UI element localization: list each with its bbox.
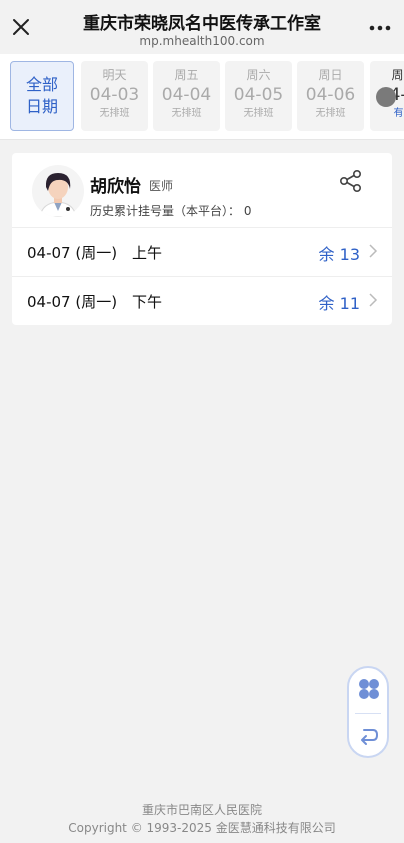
- more-icon[interactable]: [366, 18, 394, 38]
- floating-toolbar: [347, 666, 389, 758]
- page-title: 重庆市荣晓凤名中医传承工作室: [83, 14, 321, 34]
- all-dates-button[interactable]: 全部 日期: [10, 61, 74, 131]
- doctor-title: 医师: [149, 179, 174, 193]
- date-weekday: 周五: [174, 68, 199, 82]
- footer-hospital: 重庆市巴南区人民医院: [141, 803, 262, 817]
- share-icon[interactable]: [338, 168, 364, 194]
- date-card[interactable]: 周六 04-05 无排班: [225, 61, 292, 131]
- apps-icon[interactable]: [357, 677, 381, 701]
- date-value: 04-04: [161, 85, 212, 105]
- date-status: 无排班: [243, 108, 274, 119]
- date-weekday: 明天: [102, 68, 127, 82]
- date-weekday: 周六: [246, 68, 271, 82]
- date-value: 04-05: [233, 85, 284, 105]
- date-status: 无排班: [171, 108, 202, 119]
- close-icon[interactable]: [8, 14, 34, 40]
- top-bar: 重庆市荣晓凤名中医传承工作室 mp.mhealth100.com: [0, 0, 404, 54]
- doctor-avatar-icon: [32, 165, 84, 217]
- page-url: mp.mhealth100.com: [139, 34, 265, 48]
- scroll-handle[interactable]: [376, 87, 396, 107]
- slot-label: 04-07 (周一) 上午: [27, 244, 163, 262]
- chevron-right-icon: [369, 293, 378, 307]
- date-card[interactable]: 周五 04-04 无排班: [153, 61, 220, 131]
- date-card[interactable]: 周日 04-06 无排班: [297, 61, 364, 131]
- date-value: 04-03: [89, 85, 140, 105]
- chevron-right-icon: [369, 244, 378, 258]
- all-dates-label-1: 全部: [25, 75, 58, 94]
- all-dates-label-2: 日期: [25, 97, 58, 116]
- time-slot-row[interactable]: 04-07 (周一) 上午 余 13: [12, 227, 392, 275]
- doctor-name: 胡欣怡: [90, 177, 141, 197]
- date-status: 有号: [393, 108, 404, 119]
- back-icon[interactable]: [358, 724, 380, 746]
- date-card[interactable]: 明天 04-03 无排班: [81, 61, 148, 131]
- date-weekday: 周日: [318, 68, 343, 82]
- date-status: 无排班: [315, 108, 346, 119]
- footer-copyright: Copyright © 1993-2025 金医慧通科技有限公司: [68, 821, 336, 835]
- date-selector: 全部 日期 明天 04-03 无排班 周五 04-04 无排班 周六 04-05…: [0, 54, 404, 140]
- registration-count: 历史累计挂号量（本平台）： 0: [90, 204, 252, 218]
- date-weekday: 周一: [391, 68, 404, 82]
- date-status: 无排班: [99, 108, 130, 119]
- slot-remaining: 余 13: [318, 245, 360, 264]
- toolbar-divider: [355, 713, 381, 714]
- time-slot-row[interactable]: 04-07 (周一) 下午 余 11: [12, 276, 392, 324]
- doctor-avatar: [32, 165, 84, 217]
- slot-label: 04-07 (周一) 下午: [27, 293, 163, 311]
- doctor-card: 胡欣怡 医师 历史累计挂号量（本平台）： 0 04-07 (周一) 上午 余 1…: [12, 153, 392, 325]
- slot-remaining: 余 11: [318, 294, 360, 313]
- date-value: 04-06: [305, 85, 356, 105]
